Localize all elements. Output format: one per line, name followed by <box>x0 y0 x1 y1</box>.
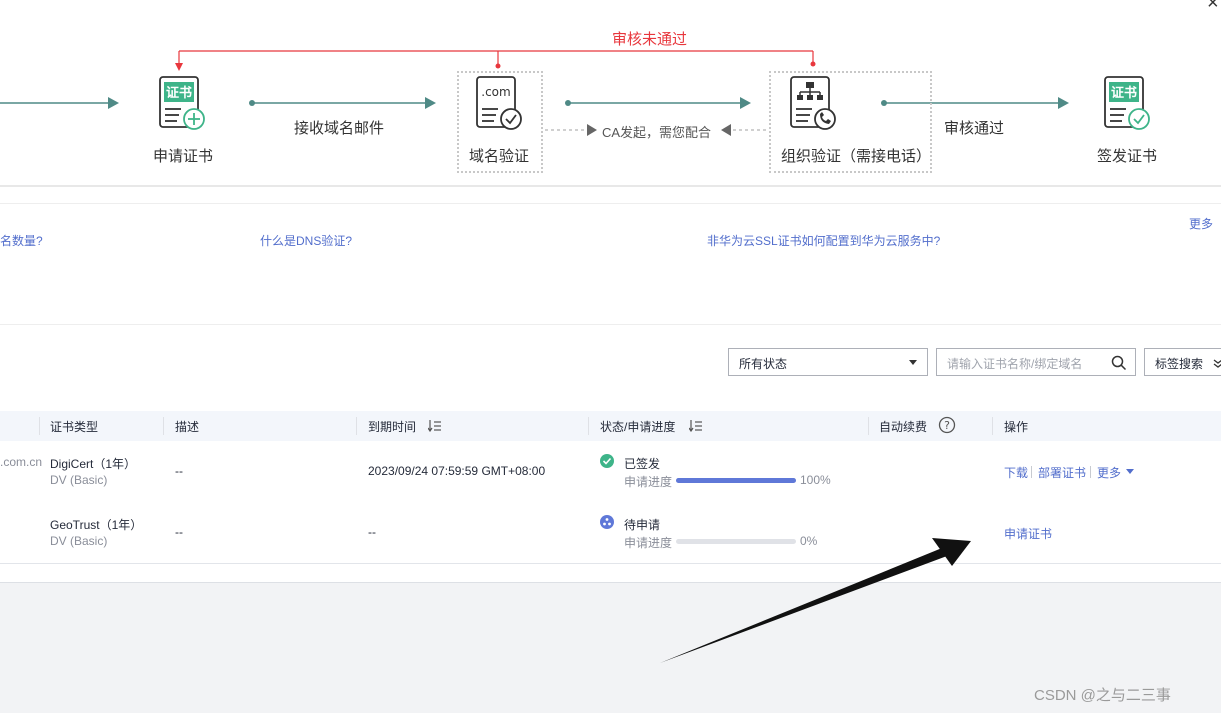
annotation-arrow <box>660 538 971 663</box>
watermark-text: CSDN @之与二三事 <box>1034 687 1171 704</box>
